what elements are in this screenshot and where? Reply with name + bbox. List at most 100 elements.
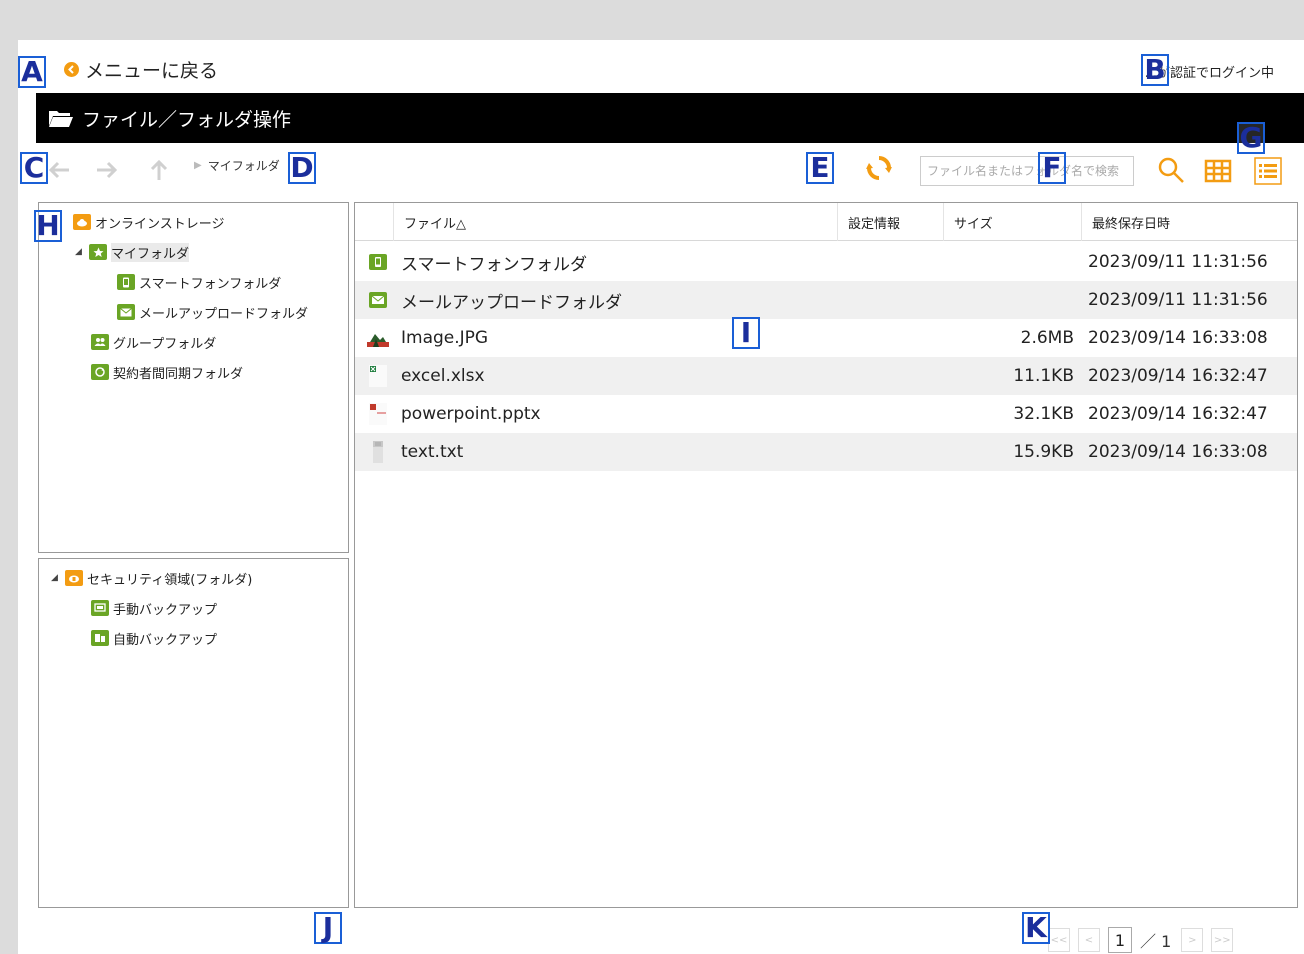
mail-folder-icon	[367, 289, 389, 311]
tree-item-auto-backup[interactable]: 自動バックアップ	[91, 627, 217, 649]
arrow-left-icon	[48, 161, 69, 179]
list-view-button[interactable]	[1254, 157, 1282, 185]
marker-a: A	[18, 56, 46, 88]
file-size: 32.1KB	[1013, 404, 1074, 424]
file-date: 2023/09/11 11:31:56	[1088, 290, 1268, 310]
manual-backup-icon	[91, 600, 109, 616]
marker-b: B	[1141, 54, 1169, 86]
back-arrow-button[interactable]	[44, 155, 74, 185]
grid-view-button[interactable]	[1204, 157, 1232, 185]
current-page-input[interactable]: 1	[1108, 927, 1132, 953]
sync-folder-icon	[91, 364, 109, 380]
back-to-menu-link[interactable]: メニューに戻る	[64, 58, 219, 82]
smartphone-folder-icon	[367, 251, 389, 273]
excel-file-icon	[367, 365, 389, 387]
breadcrumb-arrow-icon: ▶	[194, 160, 202, 171]
tree-item-security-area[interactable]: ◢ セキュリティ領域(フォルダ)	[51, 567, 252, 589]
security-area-tree: ◢ セキュリティ領域(フォルダ) 手動バックアップ 自動バックアップ	[38, 558, 349, 908]
file-size: 15.9KB	[1013, 442, 1074, 462]
breadcrumb-current: マイフォルダ	[207, 159, 280, 173]
toolbar: ▶ マイフォルダ	[18, 143, 1304, 199]
up-arrow-button[interactable]	[144, 155, 174, 185]
marker-g: G	[1237, 122, 1265, 154]
back-to-menu-label: メニューに戻る	[85, 59, 219, 82]
forward-arrow-button[interactable]	[92, 155, 122, 185]
file-name: Image.JPG	[401, 328, 489, 348]
tree-item-sync-folder[interactable]: 契約者間同期フォルダ	[91, 361, 243, 383]
arrow-right-icon	[97, 161, 118, 179]
first-page-button[interactable]: <<	[1048, 928, 1070, 952]
file-name: スマートフォンフォルダ	[401, 254, 587, 275]
file-list-header: ファイル△ 設定情報 サイズ 最終保存日時	[355, 203, 1297, 241]
list-icon	[1254, 157, 1282, 185]
table-row[interactable]: メールアップロードフォルダ 2023/09/11 11:31:56	[355, 281, 1297, 319]
table-row[interactable]: excel.xlsx 11.1KB 2023/09/14 16:32:47	[355, 357, 1297, 395]
cloud-icon	[73, 214, 91, 230]
tree-item-my-folder[interactable]: ◢ マイフォルダ	[75, 241, 190, 263]
tree-item-smartphone-folder[interactable]: スマートフォンフォルダ	[117, 271, 281, 293]
expand-triangle-icon[interactable]: ◢	[51, 573, 65, 583]
tree-item-online-storage[interactable]: オンラインストレージ	[73, 211, 224, 233]
prev-page-button[interactable]: <	[1078, 928, 1100, 952]
image-file-icon	[367, 327, 389, 349]
marker-e: E	[806, 152, 834, 184]
expand-triangle-icon[interactable]: ◢	[75, 247, 89, 257]
file-name: text.txt	[401, 442, 464, 462]
auto-backup-icon	[91, 630, 109, 646]
breadcrumb[interactable]: ▶ マイフォルダ	[194, 157, 280, 174]
file-name: excel.xlsx	[401, 366, 485, 386]
tree-item-mail-upload-folder[interactable]: メールアップロードフォルダ	[117, 301, 308, 323]
file-date: 2023/09/14 16:32:47	[1088, 404, 1268, 424]
grid-icon	[1204, 159, 1232, 183]
page-title-bar: ファイル／フォルダ操作	[36, 93, 1304, 143]
file-size: 2.6MB	[1020, 328, 1074, 348]
search-icon	[1158, 157, 1184, 183]
marker-h: H	[34, 210, 62, 242]
online-storage-tree: オンラインストレージ ◢ マイフォルダ スマートフォンフォルダ メールアップロー…	[38, 202, 349, 553]
pagination: << < 1 ／ 1 > >>	[1048, 925, 1241, 954]
column-header-size[interactable]: サイズ	[943, 203, 1081, 241]
file-manager-page: メニューに戻る ...が認証でログイン中 ファイル／フォルダ操作 ▶ マイフォル…	[18, 40, 1304, 954]
column-header-modified[interactable]: 最終保存日時	[1081, 203, 1281, 241]
tree-item-manual-backup[interactable]: 手動バックアップ	[91, 597, 217, 619]
file-date: 2023/09/14 16:33:08	[1088, 442, 1268, 462]
page-title: ファイル／フォルダ操作	[82, 108, 292, 131]
marker-d: D	[288, 152, 316, 184]
search-input[interactable]	[920, 156, 1134, 186]
file-size: 11.1KB	[1013, 366, 1074, 386]
marker-j: J	[314, 912, 342, 944]
marker-k: K	[1022, 912, 1050, 944]
table-row[interactable]: powerpoint.pptx 32.1KB 2023/09/14 16:32:…	[355, 395, 1297, 433]
file-date: 2023/09/14 16:33:08	[1088, 328, 1268, 348]
file-name: メールアップロードフォルダ	[401, 292, 622, 313]
last-page-button[interactable]: >>	[1211, 928, 1234, 952]
group-folder-icon	[91, 334, 109, 350]
security-cloud-icon	[65, 570, 83, 586]
search-button[interactable]	[1154, 153, 1188, 187]
column-header-settings[interactable]: 設定情報	[837, 203, 943, 241]
star-folder-icon	[89, 244, 107, 260]
marker-f: F	[1038, 152, 1066, 184]
tree-item-group-folder[interactable]: グループフォルダ	[91, 331, 216, 353]
column-header-file[interactable]: ファイル△	[393, 203, 837, 241]
table-row[interactable]: text.txt 15.9KB 2023/09/14 16:33:08	[355, 433, 1297, 471]
smartphone-folder-icon	[117, 274, 135, 290]
refresh-icon	[866, 156, 892, 180]
marker-i: I	[732, 317, 760, 349]
arrow-up-icon	[150, 159, 168, 180]
file-name: powerpoint.pptx	[401, 404, 541, 424]
powerpoint-file-icon	[367, 403, 389, 425]
total-pages: ／ 1	[1140, 932, 1172, 951]
chevron-left-icon	[64, 61, 79, 77]
table-row[interactable]: Image.JPG 2.6MB 2023/09/14 16:33:08	[355, 319, 1297, 357]
folder-open-icon	[49, 111, 73, 127]
file-list: ファイル△ 設定情報 サイズ 最終保存日時 スマートフォンフォルダ 2023/0…	[354, 202, 1298, 908]
refresh-button[interactable]	[864, 153, 894, 183]
marker-c: C	[20, 152, 48, 184]
mail-folder-icon	[117, 304, 135, 320]
file-date: 2023/09/11 11:31:56	[1088, 252, 1268, 272]
file-date: 2023/09/14 16:32:47	[1088, 366, 1268, 386]
table-row[interactable]: スマートフォンフォルダ 2023/09/11 11:31:56	[355, 243, 1297, 281]
next-page-button[interactable]: >	[1181, 928, 1204, 952]
text-file-icon	[367, 441, 389, 463]
